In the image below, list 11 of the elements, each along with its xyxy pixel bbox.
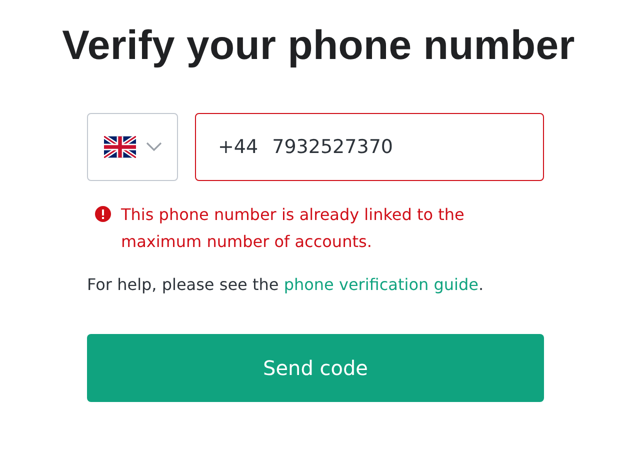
phone-field[interactable]: +44 7932527370 [195,113,544,181]
page-title: Verify your phone number [61,22,576,69]
error-message: This phone number is already linked to the maximum number of accounts. [121,204,466,253]
chevron-down-icon [146,142,162,152]
country-select[interactable] [87,113,178,181]
help-text: For help, please see the [87,275,280,294]
error-icon [95,206,111,222]
country-code: +44 [218,136,258,158]
phone-number-input[interactable]: 7932527370 [272,136,472,158]
help-period: . [478,275,484,294]
flag-icon [104,136,136,158]
